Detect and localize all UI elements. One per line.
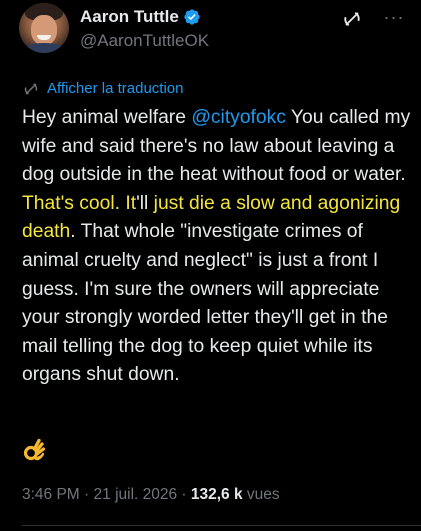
views-count: 132,6 k bbox=[190, 486, 243, 503]
tweet-meta: 3:46 PM · 21 juil. 2026 · 132,6 k vues bbox=[22, 485, 280, 505]
verified-badge-icon bbox=[184, 9, 200, 25]
avatar-shirt bbox=[23, 43, 65, 53]
tweet-text: Hey animal welfare @cityofokc You called… bbox=[22, 104, 414, 390]
tweet-highlight: That's cool. It bbox=[22, 192, 137, 214]
more-options-icon[interactable]: ··· bbox=[381, 6, 407, 32]
meta-separator: · bbox=[79, 486, 94, 503]
tweet-text-segment: 'll bbox=[136, 192, 154, 214]
views-label: vues bbox=[242, 486, 280, 503]
tweet-text-segment: Hey animal welfare bbox=[22, 107, 192, 128]
ok-hand-emoji-icon bbox=[23, 438, 46, 461]
tweet-time[interactable]: 3:46 PM bbox=[22, 486, 80, 503]
tweet-text-segment: . That whole "investigate crimes of anim… bbox=[22, 221, 394, 386]
divider bbox=[22, 525, 421, 526]
avatar-face bbox=[31, 15, 57, 45]
mention-link[interactable]: @cityofokc bbox=[191, 107, 286, 128]
meta-separator: · bbox=[177, 486, 191, 503]
author-handle[interactable]: @AaronTuttleOK bbox=[80, 31, 209, 51]
author-display-name[interactable]: Aaron Tuttle bbox=[80, 7, 179, 27]
translate-icon bbox=[24, 83, 38, 95]
grok-icon[interactable] bbox=[341, 8, 363, 30]
translate-label[interactable]: Afficher la traduction bbox=[47, 80, 183, 98]
avatar[interactable] bbox=[19, 3, 69, 53]
tweet-date[interactable]: 21 juil. 2026 bbox=[94, 486, 178, 503]
author-name-row: Aaron Tuttle bbox=[80, 7, 201, 27]
tweet: Aaron Tuttle @AaronTuttleOK ··· Afficher… bbox=[0, 0, 421, 531]
translate-link[interactable]: Afficher la traduction bbox=[22, 80, 183, 98]
